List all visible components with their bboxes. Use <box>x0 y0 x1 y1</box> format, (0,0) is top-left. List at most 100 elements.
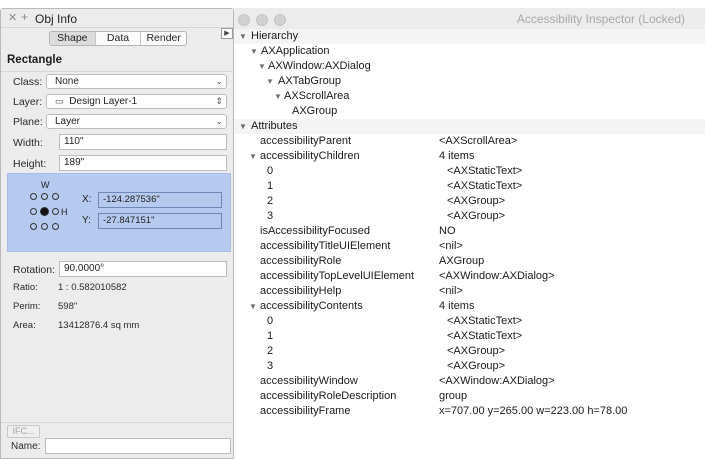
close-window-button[interactable] <box>238 14 250 26</box>
ifc-button[interactable]: IFC... <box>7 425 40 438</box>
inspector-tree-row[interactable]: 2 <AXGroup> <box>232 344 705 359</box>
inspector-row-key: accessibilityFrame <box>260 405 351 417</box>
inspector-section-header[interactable]: ▼ Hierarchy <box>232 29 705 44</box>
refpoint-middle-left[interactable] <box>30 208 37 215</box>
inspector-row-value: group <box>439 390 468 402</box>
position-panel: W H X: -124.287536" Y: -27.847151" <box>7 173 231 252</box>
inspector-tree-row[interactable]: 1 <AXStaticText> <box>232 179 705 194</box>
disclosure-triangle-icon[interactable]: ▼ <box>249 299 257 314</box>
layer-label: Layer: <box>13 96 43 108</box>
inspector-row-value: <nil> <box>439 285 463 297</box>
tab-render[interactable]: Render <box>141 32 186 45</box>
disclosure-triangle-icon[interactable]: ▼ <box>250 44 258 59</box>
disclosure-triangle-icon[interactable]: ▼ <box>239 119 247 134</box>
inspector-tree-row[interactable]: accessibilityParent <AXScrollArea> <box>232 134 705 149</box>
inspector-tree-row[interactable]: accessibilityTitleUIElement <nil> <box>232 239 705 254</box>
inspector-tree-row[interactable]: 1 <AXStaticText> <box>232 329 705 344</box>
disclosure-triangle-icon[interactable]: ▼ <box>274 89 282 104</box>
rotation-field[interactable]: 90.0000° <box>59 261 227 277</box>
disclosure-triangle-icon[interactable]: ▼ <box>266 74 274 89</box>
class-select[interactable]: None ⌄ <box>46 74 227 89</box>
inspector-tree-row[interactable]: isAccessibilityFocused NO <box>232 224 705 239</box>
refpoint-bottom-left[interactable] <box>30 223 37 230</box>
y-field[interactable]: -27.847151" <box>98 213 222 229</box>
minimize-window-button[interactable] <box>256 14 268 26</box>
inspector-tree-row[interactable]: ▼ AXScrollArea <box>232 89 705 104</box>
inspector-tree-row[interactable]: accessibilityFrame x=707.00 y=265.00 w=22… <box>232 404 705 419</box>
divider <box>1 71 233 72</box>
inspector-tree-row[interactable]: ▼ accessibilityContents 4 items <box>232 299 705 314</box>
palette-menu-button[interactable]: ▶ <box>221 28 233 39</box>
inspector-tree-row[interactable]: accessibilityRoleDescription group <box>232 389 705 404</box>
layer-select[interactable]: ▭ Design Layer-1 ⇕ <box>46 94 227 109</box>
inspector-tree-row[interactable]: ▼ accessibilityChildren 4 items <box>232 149 705 164</box>
inspector-tree-row[interactable]: 0 <AXStaticText> <box>232 314 705 329</box>
inspector-tree-row[interactable]: accessibilityRole AXGroup <box>232 254 705 269</box>
height-field[interactable]: 189" <box>59 155 227 171</box>
width-field[interactable]: 110" <box>59 134 227 150</box>
disclosure-triangle-icon[interactable]: ▼ <box>258 59 266 74</box>
disclosure-triangle-icon[interactable]: ▼ <box>249 149 257 164</box>
inspector-row-value: <nil> <box>439 240 463 252</box>
x-label: X: <box>82 194 92 205</box>
inspector-section-header[interactable]: ▼ Attributes <box>232 119 705 134</box>
inspector-row-value: <AXStaticText> <box>447 330 523 342</box>
inspector-row-key: AXApplication <box>261 45 330 57</box>
inspector-row-key: 3 <box>267 210 274 222</box>
refpoint-top-center[interactable] <box>41 193 48 200</box>
perim-value: 598" <box>58 301 78 312</box>
refpoint-bottom-center[interactable] <box>41 223 48 230</box>
inspector-row-key: accessibilityRole <box>260 255 342 267</box>
refpoint-middle-right[interactable] <box>52 208 59 215</box>
inspector-tree-row[interactable]: ▼ AXWindow:AXDialog <box>232 59 705 74</box>
x-field[interactable]: -124.287536" <box>98 192 222 208</box>
name-label: Name: <box>11 441 41 452</box>
inspector-row-value: <AXStaticText> <box>447 165 523 177</box>
refpoint-top-right[interactable] <box>52 193 59 200</box>
chevron-down-icon: ⌄ <box>215 76 223 86</box>
inspector-tree-row[interactable]: accessibilityTopLevelUIElement <AXWindow:… <box>232 269 705 284</box>
tab-shape[interactable]: Shape <box>50 32 96 45</box>
inspector-tree-row[interactable]: accessibilityWindow <AXWindow:AXDialog> <box>232 374 705 389</box>
inspector-row-key: 2 <box>267 345 274 357</box>
inspector-tree-row[interactable]: AXGroup <box>232 104 705 119</box>
layer-icon: ▭ <box>55 96 64 106</box>
area-label: Area: <box>13 320 36 331</box>
name-field[interactable] <box>45 438 231 454</box>
inspector-row-value: AXGroup <box>439 255 485 267</box>
inspector-row-value: NO <box>439 225 456 237</box>
inspector-row-key: AXWindow:AXDialog <box>268 60 371 72</box>
close-palette-icon[interactable]: ✕ <box>8 11 17 24</box>
inspector-row-value: <AXGroup> <box>447 345 506 357</box>
plane-label: Plane: <box>13 116 43 128</box>
inspector-row-value: <AXGroup> <box>447 360 506 372</box>
expand-palette-icon[interactable]: + <box>21 10 28 24</box>
divider <box>1 422 233 423</box>
inspector-row-value: <AXGroup> <box>447 195 506 207</box>
zoom-window-button[interactable] <box>274 14 286 26</box>
obj-info-titlebar: ✕ + Obj Info <box>1 9 233 28</box>
inspector-row-key: Attributes <box>251 120 298 132</box>
perim-label: Perim: <box>13 301 41 312</box>
refpoint-center[interactable] <box>40 207 49 216</box>
disclosure-triangle-icon[interactable]: ▼ <box>239 29 247 44</box>
inspector-row-value: <AXStaticText> <box>447 315 523 327</box>
tab-data[interactable]: Data <box>96 32 142 45</box>
rotation-label: Rotation: <box>13 264 56 276</box>
inspector-row-key: AXGroup <box>292 105 338 117</box>
inspector-tree-row[interactable]: accessibilityHelp <nil> <box>232 284 705 299</box>
refpoint-bottom-right[interactable] <box>52 223 59 230</box>
updown-chevron-icon: ⇕ <box>215 96 223 106</box>
inspector-tree-row[interactable]: ▼ AXApplication <box>232 44 705 59</box>
refpoint-top-left[interactable] <box>30 193 37 200</box>
inspector-row-value: <AXWindow:AXDialog> <box>439 375 555 387</box>
inspector-tree-row[interactable]: 0 <AXStaticText> <box>232 164 705 179</box>
inspector-tree-row[interactable]: 3 <AXGroup> <box>232 359 705 374</box>
inspector-row-key: accessibilityWindow <box>260 375 358 387</box>
plane-select[interactable]: Layer ⌄ <box>46 114 227 129</box>
inspector-row-key: AXTabGroup <box>278 75 341 87</box>
ref-h-label: H <box>61 207 68 217</box>
inspector-tree-row[interactable]: 3 <AXGroup> <box>232 209 705 224</box>
inspector-tree-row[interactable]: 2 <AXGroup> <box>232 194 705 209</box>
inspector-tree-row[interactable]: ▼ AXTabGroup <box>232 74 705 89</box>
